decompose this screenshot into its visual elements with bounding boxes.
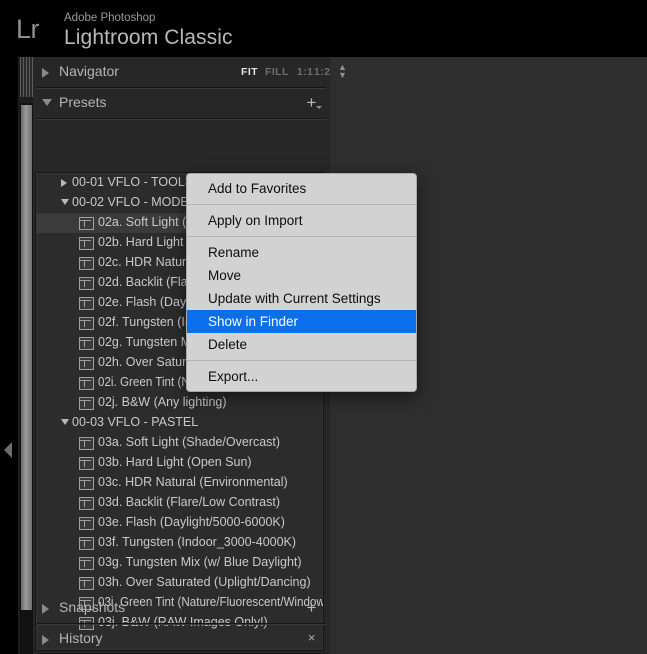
clear-history-button[interactable]: × bbox=[305, 631, 318, 645]
chevron-down-icon[interactable] bbox=[61, 199, 69, 205]
panel-header-navigator[interactable]: Navigator FIT FILL 1:1 1:2 ▲ ▼ bbox=[33, 57, 347, 87]
panel-header-history[interactable]: History × bbox=[33, 624, 330, 654]
zoom-stepper-icon[interactable]: ▲ ▼ bbox=[338, 63, 347, 80]
chevron-right-icon bbox=[42, 635, 49, 645]
menu-item-add-to-favorites[interactable]: Add to Favorites bbox=[187, 177, 416, 200]
brand-supertitle: Adobe Photoshop bbox=[64, 12, 156, 24]
preset-icon bbox=[79, 397, 94, 410]
menu-item-update-with-current-settings[interactable]: Update with Current Settings bbox=[187, 287, 416, 310]
preset-icon bbox=[79, 217, 94, 230]
preset-icon bbox=[79, 277, 94, 290]
collapse-left-panel-arrow-icon[interactable] bbox=[4, 442, 12, 458]
preset-icon bbox=[79, 257, 94, 270]
title-bar: Lr Adobe Photoshop Lightroom Classic bbox=[0, 0, 647, 57]
preset-icon bbox=[79, 577, 94, 590]
panel-header-snapshots[interactable]: Snapshots + bbox=[33, 593, 330, 623]
preset-icon bbox=[79, 457, 94, 470]
zoom-1-1-button[interactable]: 1:1 bbox=[297, 66, 313, 78]
preset-row[interactable]: 03d. Backlit (Flare/Low Contrast) bbox=[36, 493, 323, 513]
zoom-fit-button[interactable]: FIT bbox=[241, 66, 258, 78]
divider bbox=[37, 118, 326, 120]
preset-label: 03h. Over Saturated (Uplight/Dancing) bbox=[98, 575, 311, 589]
preset-label: 03a. Soft Light (Shade/Overcast) bbox=[98, 435, 281, 449]
preset-row[interactable]: 03e. Flash (Daylight/5000-6000K) bbox=[36, 513, 323, 533]
chevron-right-icon bbox=[42, 604, 49, 614]
preset-icon bbox=[79, 557, 94, 570]
panel-title-navigator: Navigator bbox=[59, 63, 119, 79]
preset-row[interactable]: 03f. Tungsten (Indoor_3000-4000K) bbox=[36, 533, 323, 553]
add-snapshot-button[interactable]: + bbox=[305, 599, 318, 616]
preset-context-menu[interactable]: Add to Favorites Apply on Import Rename Mov… bbox=[186, 173, 417, 392]
panel-scrollbar-thumb[interactable] bbox=[21, 105, 32, 610]
menu-item-delete[interactable]: Delete bbox=[187, 333, 416, 356]
preset-group-label: 00-01 VFLO - TOOLS bbox=[72, 175, 194, 189]
menu-item-move[interactable]: Move bbox=[187, 264, 416, 287]
menu-separator bbox=[187, 204, 416, 205]
chevron-down-icon bbox=[42, 99, 52, 106]
preset-row[interactable]: 03a. Soft Light (Shade/Overcast) bbox=[36, 433, 323, 453]
menu-separator bbox=[187, 360, 416, 361]
preset-icon bbox=[79, 517, 94, 530]
preset-icon bbox=[79, 317, 94, 330]
preset-icon bbox=[79, 297, 94, 310]
menu-item-apply-on-import[interactable]: Apply on Import bbox=[187, 209, 416, 232]
preset-row[interactable]: 03b. Hard Light (Open Sun) bbox=[36, 453, 323, 473]
preset-label: 03b. Hard Light (Open Sun) bbox=[98, 455, 252, 469]
preset-row[interactable]: 03c. HDR Natural (Environmental) bbox=[36, 473, 323, 493]
menu-item-rename[interactable]: Rename bbox=[187, 241, 416, 264]
preset-label: 03e. Flash (Daylight/5000-6000K) bbox=[98, 515, 285, 529]
preset-row[interactable]: 03h. Over Saturated (Uplight/Dancing) bbox=[36, 573, 323, 593]
menu-separator bbox=[187, 236, 416, 237]
preset-icon bbox=[79, 357, 94, 370]
preset-label: 03d. Backlit (Flare/Low Contrast) bbox=[98, 495, 281, 509]
panel-edge-strip bbox=[0, 57, 18, 654]
panel-resize-grip[interactable] bbox=[20, 57, 33, 97]
menu-item-export[interactable]: Export... bbox=[187, 365, 416, 388]
preset-icon bbox=[79, 537, 94, 550]
preset-icon bbox=[79, 377, 94, 390]
preset-label: 03c. HDR Natural (Environmental) bbox=[98, 475, 288, 489]
chevron-down-icon[interactable] bbox=[61, 419, 69, 425]
panel-title-snapshots: Snapshots bbox=[59, 599, 126, 615]
zoom-fill-button[interactable]: FILL bbox=[265, 66, 289, 78]
chevron-right-icon bbox=[42, 68, 49, 78]
lightroom-logo-icon: Lr bbox=[16, 14, 40, 44]
lightroom-classic-window: Lr Adobe Photoshop Lightroom Classic Nav… bbox=[0, 0, 647, 654]
add-preset-chevron-down-icon[interactable] bbox=[316, 106, 322, 109]
preset-label: 03f. Tungsten (Indoor_3000-4000K) bbox=[98, 535, 297, 549]
preset-label: 02j. B&W (Any lighting) bbox=[98, 395, 227, 409]
preset-icon bbox=[79, 437, 94, 450]
preset-row[interactable]: 03g. Tungsten Mix (w/ Blue Daylight) bbox=[36, 553, 323, 573]
preset-group-label: 00-03 VFLO - PASTEL bbox=[72, 415, 199, 429]
app-title: Lightroom Classic bbox=[64, 26, 233, 49]
preset-label: 03g. Tungsten Mix (w/ Blue Daylight) bbox=[98, 555, 302, 569]
zoom-1-2-button[interactable]: 1:2 bbox=[314, 66, 330, 78]
preset-icon bbox=[79, 497, 94, 510]
chevron-right-icon[interactable] bbox=[61, 179, 67, 187]
preset-icon bbox=[79, 477, 94, 490]
preset-row[interactable]: 02j. B&W (Any lighting) bbox=[36, 393, 323, 413]
panel-header-presets[interactable]: Presets + bbox=[33, 88, 330, 118]
preset-icon bbox=[79, 237, 94, 250]
panel-title-history: History bbox=[59, 630, 103, 646]
preset-icon bbox=[79, 337, 94, 350]
preset-group-row[interactable]: 00-03 VFLO - PASTEL bbox=[36, 413, 323, 433]
panel-title-presets: Presets bbox=[59, 94, 107, 110]
menu-item-show-in-finder[interactable]: Show in Finder bbox=[187, 310, 416, 333]
